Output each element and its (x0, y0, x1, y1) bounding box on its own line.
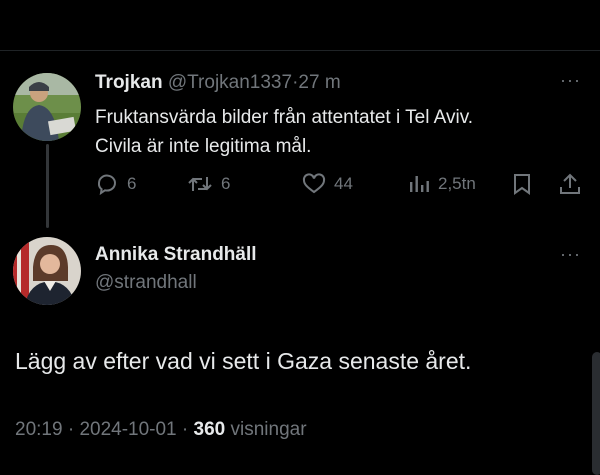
tweet-time[interactable]: 20:19 (15, 419, 63, 440)
separator-dot: · (176, 419, 194, 440)
separator-dot: · (62, 419, 80, 440)
more-options-icon[interactable]: ··· (560, 244, 581, 265)
view-count: 360 (193, 419, 226, 440)
views-label: visningar (225, 419, 307, 440)
views-icon (410, 176, 429, 192)
reply-header: Trojkan @Trojkan1337·27 m (95, 72, 341, 94)
reply-text-line-1: Fruktansvärda bilder från attentatet i T… (95, 107, 474, 128)
like-icon (302, 173, 326, 194)
display-name[interactable]: Trojkan (95, 72, 163, 93)
tweet-date[interactable]: 2024-10-01 (79, 419, 176, 440)
share-icon (560, 173, 580, 194)
like-count: 44 (334, 174, 353, 193)
user-handle[interactable]: @Trojkan1337 (168, 72, 292, 93)
avatar[interactable] (13, 237, 81, 305)
thread-connector (46, 144, 49, 228)
retweet-button[interactable]: 6 (187, 172, 230, 196)
timestamp[interactable]: 27 m (298, 72, 340, 93)
scrollbar-thumb[interactable] (592, 352, 600, 475)
more-options-icon[interactable]: ··· (560, 70, 581, 91)
retweet-icon (188, 177, 212, 191)
reply-text: Fruktansvärda bilder från attentatet i T… (95, 103, 473, 161)
share-button[interactable] (558, 172, 582, 196)
user-handle[interactable]: @strandhall (95, 272, 257, 294)
bookmark-button[interactable] (511, 172, 533, 196)
like-button[interactable]: 44 (302, 172, 353, 196)
top-divider (0, 50, 600, 51)
display-name[interactable]: Annika Strandhäll (95, 244, 257, 266)
reply-text-line-2: Civila är inte legitima mål. (95, 136, 312, 157)
avatar[interactable] (13, 73, 81, 141)
avatar-photo-strandhall (13, 237, 81, 305)
bookmark-icon (514, 174, 530, 195)
reply-icon (97, 174, 116, 196)
reply-count: 6 (127, 174, 137, 193)
tweet-text: Lägg av efter vad vi sett i Gaza senaste… (15, 348, 472, 374)
avatar-photo-trojkan (13, 73, 81, 141)
reply-button[interactable]: 6 (95, 172, 136, 196)
views-count: 2,5tn (438, 174, 476, 193)
tweet-meta: 20:19 · 2024-10-01 · 360 visningar (15, 419, 307, 441)
main-header: Annika Strandhäll @strandhall (95, 244, 257, 294)
action-bar: 6 6 44 2,5tn (95, 172, 590, 198)
views-button[interactable]: 2,5tn (408, 172, 476, 196)
retweet-count: 6 (221, 174, 231, 193)
